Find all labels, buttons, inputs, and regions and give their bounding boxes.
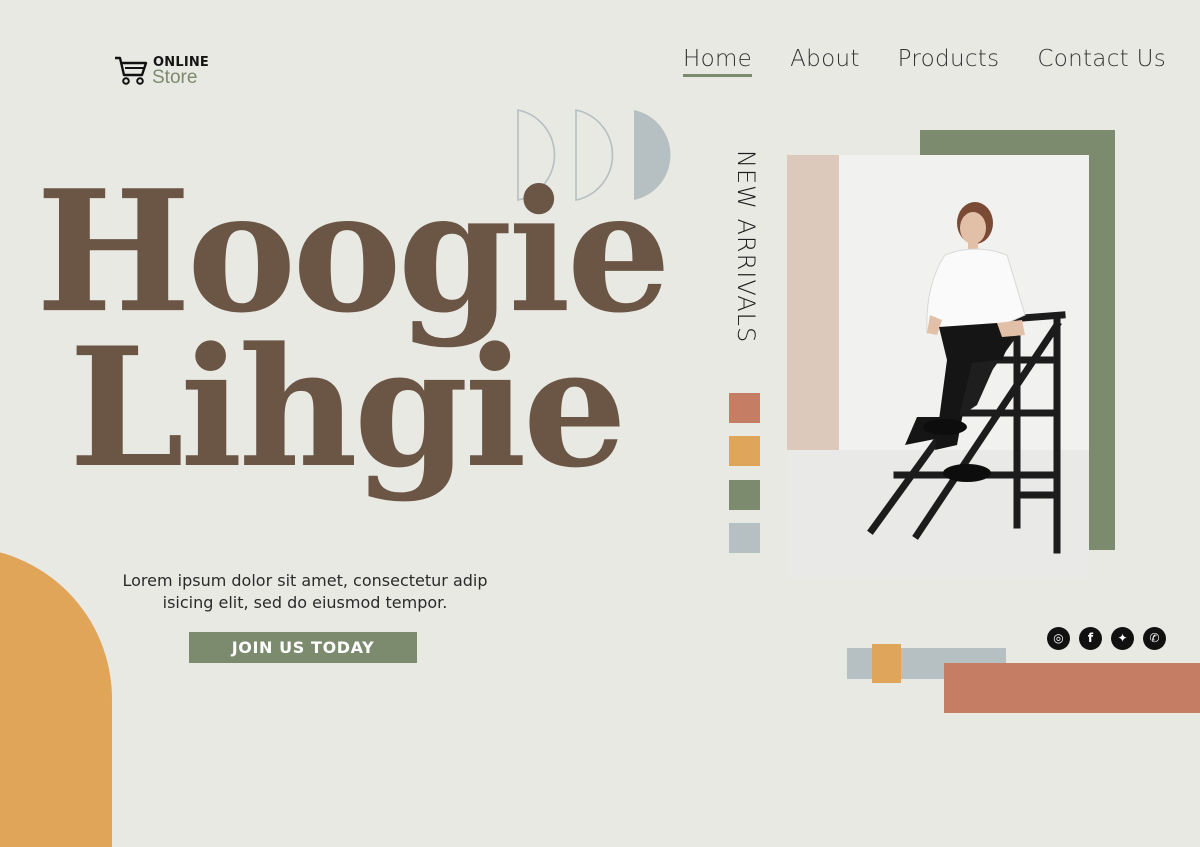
facebook-icon[interactable]: f <box>1079 627 1102 650</box>
logo-text-store: Store <box>152 67 198 88</box>
hero-headline: Hoogie Lihgie <box>36 153 671 504</box>
nav-contact-us[interactable]: Contact Us <box>1037 46 1166 72</box>
store-logo[interactable]: ONLINE Store <box>113 53 233 89</box>
twitter-icon[interactable]: ✦ <box>1111 627 1134 650</box>
headline-line-1: Hoogie <box>36 153 671 350</box>
swatch-terracotta <box>729 393 760 423</box>
nav-home[interactable]: Home <box>683 46 753 77</box>
social-links: ◎ f ✦ ✆ <box>1047 627 1166 650</box>
terracotta-bar-decoration <box>944 663 1200 713</box>
main-nav: Home About Products Contact Us <box>683 46 1166 77</box>
nav-products[interactable]: Products <box>898 46 1000 72</box>
swatch-gray <box>729 523 760 553</box>
nav-about[interactable]: About <box>790 46 860 72</box>
new-arrivals-text: NEW ARRIVALS <box>732 150 760 344</box>
hero-description: Lorem ipsum dolor sit amet, consectetur … <box>122 571 488 612</box>
gold-bar-decoration <box>872 644 901 683</box>
shopping-cart-icon <box>115 56 148 85</box>
swatch-orange <box>729 436 760 466</box>
model-photo <box>787 155 1089 578</box>
headline-line-2: Lihgie <box>68 311 627 504</box>
join-us-button[interactable]: JOIN US TODAY <box>189 632 417 663</box>
swatch-sage <box>729 480 760 510</box>
model-photo-illustration <box>787 155 1089 578</box>
whatsapp-icon[interactable]: ✆ <box>1143 627 1166 650</box>
instagram-icon[interactable]: ◎ <box>1047 627 1070 650</box>
new-arrivals-label: NEW ARRIVALS <box>722 150 760 380</box>
orange-arch-decoration <box>0 547 112 847</box>
